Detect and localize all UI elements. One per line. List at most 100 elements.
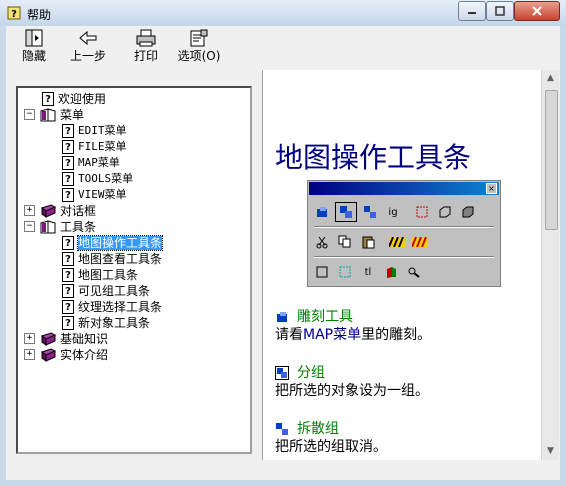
minimize-icon [468, 12, 476, 14]
tree-item-label: 工具条 [60, 219, 97, 234]
ungroup-title-text: 拆散组 [297, 421, 339, 437]
options-button[interactable]: 选项(O) [176, 28, 222, 68]
group-icon [275, 366, 289, 380]
main-toolbar: 隐藏 上一步 打印 选项(O) [6, 26, 560, 71]
hollow-tool-icon [412, 203, 432, 221]
tree-item[interactable]: ? 地图操作工具条 [62, 234, 164, 251]
paste-icon [358, 233, 378, 251]
window-title: 帮助 [27, 8, 52, 22]
print-button[interactable]: 打印 [128, 28, 164, 68]
copy-icon [335, 233, 355, 251]
cube-color-icon [381, 263, 401, 281]
illustration-row-3: tl [312, 260, 427, 284]
maximize-button[interactable] [486, 1, 514, 21]
map-menu-link[interactable]: MAP菜单 [303, 327, 361, 343]
window-controls [458, 1, 560, 21]
tree-item[interactable]: ? FILE菜单 [62, 138, 127, 154]
closed-book-icon [40, 203, 56, 218]
help-page-icon: ? [62, 171, 74, 186]
closed-book-icon [40, 331, 56, 346]
tree-item-label: MAP菜单 [78, 155, 120, 169]
title-bar: ? 帮助 [0, 0, 566, 26]
select-box-icon [312, 263, 332, 281]
printer-icon [136, 29, 156, 47]
tree-item[interactable]: ? 纹理选择工具条 [62, 298, 162, 314]
scroll-down-icon[interactable]: ▼ [542, 443, 559, 460]
tree-item[interactable]: ? 欢迎使用 [42, 90, 106, 106]
scroll-thumb[interactable] [545, 90, 558, 230]
illustration-separator-2 [314, 256, 494, 258]
tree-item[interactable]: − 菜单 [24, 106, 84, 122]
section-ungroup-body: 把所选的组取消。 [275, 439, 387, 455]
illustration-titlebar [309, 182, 499, 195]
carve-icon [277, 312, 287, 322]
tree-item[interactable]: + 对话框 [24, 202, 97, 218]
tree-item-label: 地图工具条 [78, 267, 139, 282]
tree-item[interactable]: ? MAP菜单 [62, 154, 120, 170]
tree-item[interactable]: ? EDIT菜单 [62, 122, 127, 138]
maximize-icon [495, 6, 505, 16]
close-button[interactable] [514, 1, 560, 21]
carve-body-prefix: 请看 [275, 327, 303, 343]
back-arrow-icon [79, 30, 97, 46]
illustration-row-2 [312, 230, 433, 254]
help-page-icon: ? [62, 251, 74, 266]
open-book-icon [40, 107, 56, 121]
tree-item[interactable]: ? 新对象工具条 [62, 314, 150, 330]
open-book-icon [40, 219, 56, 233]
options-icon [190, 29, 208, 47]
close-icon [532, 6, 542, 16]
tree-item-label: FILE菜单 [78, 139, 127, 153]
tree-item[interactable]: ? 地图查看工具条 [62, 250, 162, 266]
help-page-icon: ? [62, 315, 74, 330]
tree-item[interactable]: ? 可见组工具条 [62, 282, 150, 298]
illustration-row-1: ig [312, 200, 481, 224]
cube-solid-icon [458, 203, 478, 221]
hazard-stripe-icon [387, 233, 407, 251]
ungroup-tool-icon [360, 203, 380, 221]
help-page-icon: ? [62, 235, 74, 250]
expand-icon[interactable]: + [24, 333, 35, 344]
ignore-group-label: ig [388, 206, 398, 218]
cut-icon [312, 233, 332, 251]
carve-body-suffix: 里的雕刻。 [361, 327, 432, 343]
tree-item[interactable]: ? TOOLS菜单 [62, 170, 133, 186]
tree-item[interactable]: ? VIEW菜单 [62, 186, 127, 202]
topic-scrollbar[interactable]: ▲ ▼ [541, 70, 559, 460]
section-ungroup-title: 拆散组 [275, 418, 339, 438]
minimize-button[interactable] [458, 1, 486, 21]
tree-item-label: 对话框 [60, 203, 97, 218]
collapse-icon[interactable]: − [24, 221, 35, 232]
tree-item[interactable]: + 基础知识 [24, 330, 109, 346]
contents-tree[interactable]: ? 欢迎使用 − 菜单? EDIT菜单? FILE菜单? MAP菜单? TOOLS菜单? VIE… [16, 86, 252, 454]
section-carve-body: 请看MAP菜单里的雕刻。 [275, 324, 431, 344]
expand-icon[interactable]: + [24, 349, 35, 360]
back-button[interactable]: 上一步 [66, 28, 110, 68]
tree-item-label: VIEW菜单 [78, 187, 127, 201]
tree-item-label: 基础知识 [60, 331, 109, 346]
tree-item-label: 纹理选择工具条 [78, 299, 163, 314]
tree-item-label: 地图操作工具条 [76, 234, 164, 251]
help-page-icon: ? [62, 267, 74, 282]
hide-label: 隐藏 [21, 49, 46, 63]
scroll-up-icon[interactable]: ▲ [542, 70, 559, 87]
select-dashed-icon [335, 263, 355, 281]
help-page-icon: ? [62, 139, 74, 154]
tree-item-label: TOOLS菜单 [78, 171, 134, 185]
section-group-body: 把所选的对象设为一组。 [275, 383, 429, 399]
tree-item[interactable]: ? 地图工具条 [62, 266, 138, 282]
texture-lock-label: tl [364, 266, 372, 278]
help-page-icon: ? [62, 155, 74, 170]
tree-item-label: 地图查看工具条 [78, 251, 163, 266]
tree-item[interactable]: + 实体介绍 [24, 346, 108, 362]
expand-icon[interactable]: + [24, 205, 35, 216]
tree-item[interactable]: − 工具条 [24, 218, 97, 234]
illustration-close-icon: × [486, 183, 497, 194]
hide-button[interactable]: 隐藏 [14, 28, 54, 68]
collapse-icon[interactable]: − [24, 109, 35, 120]
section-group-title: 分组 [275, 362, 325, 382]
back-label: 上一步 [69, 49, 106, 63]
group-tool-icon [335, 202, 357, 222]
tools-icon [404, 263, 424, 281]
ignore-group-icon: ig [383, 203, 403, 221]
